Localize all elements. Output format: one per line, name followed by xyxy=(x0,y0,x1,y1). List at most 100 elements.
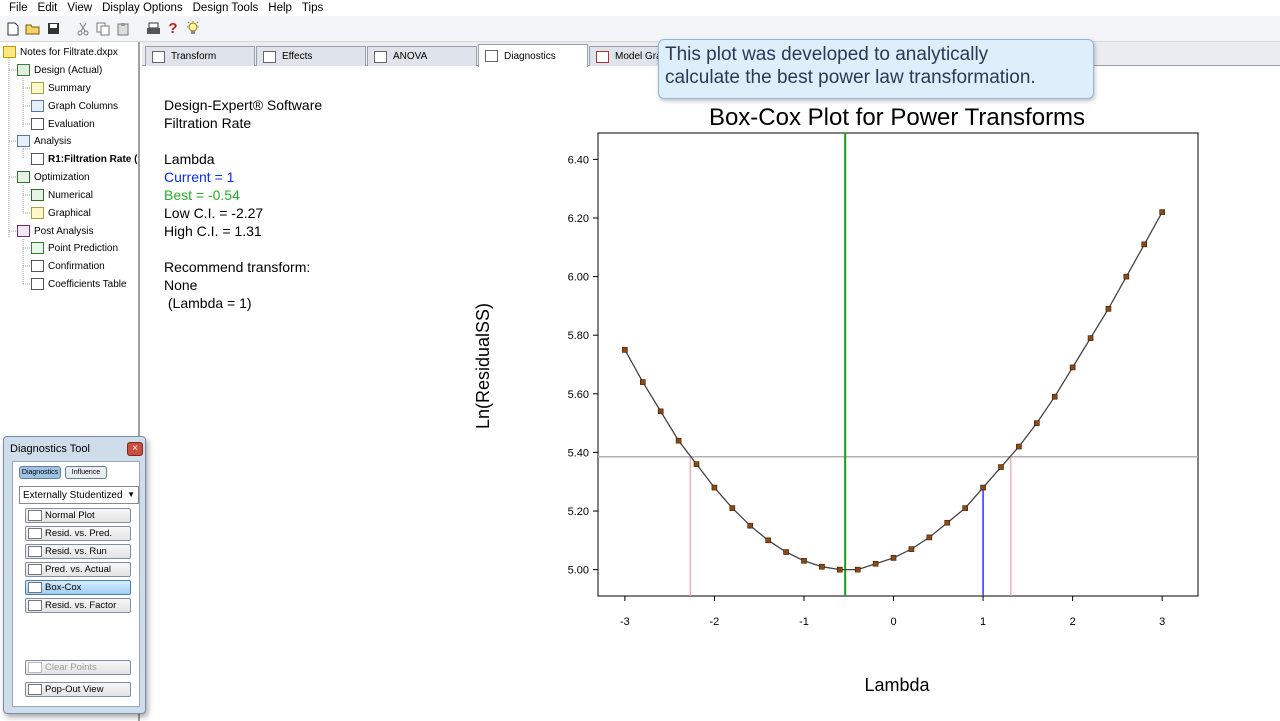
resid-vs-factor-button[interactable]: Resid. vs. Factor xyxy=(25,598,131,613)
tab-effects[interactable]: Effects xyxy=(256,46,366,66)
help-icon[interactable]: ? xyxy=(164,20,182,38)
tab-label: Transform xyxy=(171,51,217,62)
residual-type-value: Externally Studentized xyxy=(23,489,123,501)
tree-item-point-prediction[interactable]: Point Prediction xyxy=(31,240,118,256)
new-file-icon[interactable] xyxy=(4,20,22,38)
tree-item-optimization[interactable]: Optimization xyxy=(17,169,90,185)
effects-icon xyxy=(263,50,276,63)
data-point xyxy=(819,563,825,570)
tree-item-label: Numerical xyxy=(48,189,94,201)
tab-diagnostics[interactable]: Diagnostics xyxy=(478,44,588,67)
tab-transform[interactable]: Transform xyxy=(145,46,255,66)
data-point xyxy=(890,555,897,561)
tree-item-numerical[interactable]: Numerical xyxy=(31,187,93,203)
y-tick-label: 6.40 xyxy=(568,154,589,166)
resid-vs-pred-button[interactable]: Resid. vs. Pred. xyxy=(25,526,131,541)
y-tick-label: 5.80 xyxy=(568,330,589,342)
point-prediction-icon xyxy=(31,242,44,254)
design-expert-window: File Edit View Display Options Design To… xyxy=(0,0,1280,721)
menu-edit[interactable]: Edit xyxy=(33,2,63,14)
tree-item-confirmation[interactable]: Confirmation xyxy=(31,258,105,274)
diagnostics-tool-body: Diagnostics Influence Externally Student… xyxy=(12,461,140,707)
response-name: Filtration Rate xyxy=(164,115,252,131)
tree-item-graph-columns[interactable]: Graph Columns xyxy=(31,98,118,114)
tab-label: ANOVA xyxy=(393,51,428,62)
tip-callout: This plot was developed to analytically … xyxy=(658,39,1094,99)
button-label: Clear Points xyxy=(45,662,97,673)
menu-file[interactable]: File xyxy=(4,2,33,14)
data-point xyxy=(1016,443,1022,450)
tab-diagnostics-mini[interactable]: Diagnostics xyxy=(19,466,61,479)
close-icon[interactable]: × xyxy=(127,442,143,456)
data-point xyxy=(622,347,628,353)
tree-item-label: Point Prediction xyxy=(48,242,119,254)
tree-item-graphical[interactable]: Graphical xyxy=(31,205,91,221)
folder-icon xyxy=(3,46,16,58)
series-line xyxy=(624,211,1163,571)
anova-icon xyxy=(374,50,387,63)
pred-vs-actual-icon xyxy=(28,564,42,575)
data-point xyxy=(639,379,646,385)
tab-influence-mini[interactable]: Influence xyxy=(65,466,107,479)
box-cox-icon xyxy=(28,582,42,593)
tab-label: Diagnostics xyxy=(504,50,556,62)
data-point xyxy=(1123,273,1130,280)
tree-item-label: Analysis xyxy=(34,135,72,147)
menu-bar: File Edit View Display Options Design To… xyxy=(0,0,1280,16)
save-icon[interactable] xyxy=(44,20,62,38)
resid-vs-run-button[interactable]: Resid. vs. Run xyxy=(25,544,131,559)
analysis-icon xyxy=(17,135,30,147)
data-point xyxy=(729,505,736,511)
cut-icon[interactable] xyxy=(74,20,92,38)
tree-item-design[interactable]: Design (Actual) xyxy=(17,62,102,78)
data-point xyxy=(944,519,951,526)
pred-vs-actual-button[interactable]: Pred. vs. Actual xyxy=(25,562,131,577)
resid-vs-factor-icon xyxy=(28,600,42,611)
tree-item-analysis[interactable]: Analysis xyxy=(17,133,71,149)
tree-item-label: Post Analysis xyxy=(34,225,94,237)
lambda-heading: Lambda xyxy=(164,151,215,167)
tree-item-r1-filtration-rate[interactable]: R1:Filtration Rate ( xyxy=(31,151,137,167)
tree-item-notes[interactable]: Notes for Filtrate.dxpx xyxy=(3,44,118,60)
data-point xyxy=(962,505,968,511)
residual-type-select[interactable]: Externally Studentized ▼ xyxy=(19,486,139,504)
menu-display-options[interactable]: Display Options xyxy=(97,2,188,14)
open-folder-icon[interactable] xyxy=(24,20,42,38)
tree-item-evaluation[interactable]: Evaluation xyxy=(31,116,95,132)
paste-icon[interactable] xyxy=(114,20,132,38)
tree-item-coefficients-table[interactable]: Coefficients Table xyxy=(31,276,127,292)
magnifier-icon xyxy=(31,118,44,130)
button-label: Resid. vs. Factor xyxy=(45,600,117,611)
data-point xyxy=(998,464,1004,470)
menu-view[interactable]: View xyxy=(62,2,97,14)
tree-item-label: Confirmation xyxy=(48,260,105,272)
menu-help[interactable]: Help xyxy=(263,2,297,14)
clear-points-button[interactable]: Clear Points xyxy=(25,660,131,675)
copy-icon[interactable] xyxy=(94,20,112,38)
data-point xyxy=(908,546,915,552)
resid-vs-pred-icon xyxy=(28,528,42,539)
menu-design-tools[interactable]: Design Tools xyxy=(188,2,264,14)
data-point xyxy=(1141,241,1148,248)
tip-lightbulb-icon[interactable] xyxy=(184,20,202,38)
menu-tips[interactable]: Tips xyxy=(297,2,328,14)
button-label: Box-Cox xyxy=(45,582,82,593)
data-point xyxy=(980,484,986,491)
normal-plot-icon xyxy=(28,510,42,521)
tree-item-post-analysis[interactable]: Post Analysis xyxy=(17,223,93,239)
data-point xyxy=(854,566,861,573)
current-lambda: Current = 1 xyxy=(164,169,235,185)
tab-anova[interactable]: ANOVA xyxy=(367,46,477,66)
x-tick-label: -2 xyxy=(710,616,720,628)
button-label: Pred. vs. Actual xyxy=(45,564,112,575)
tree-item-summary[interactable]: Summary xyxy=(31,80,91,96)
print-icon[interactable] xyxy=(144,20,162,38)
box-cox-button[interactable]: Box-Cox xyxy=(25,580,131,595)
pop-out-view-button[interactable]: Pop-Out View xyxy=(25,682,131,697)
tree-item-label: Optimization xyxy=(34,171,90,183)
button-label: Pop-Out View xyxy=(45,684,104,695)
y-tick-label: 5.60 xyxy=(568,389,589,401)
normal-plot-button[interactable]: Normal Plot xyxy=(25,508,131,523)
diagnostics-tool-panel: Diagnostics Tool × Diagnostics Influence… xyxy=(3,436,146,714)
x-axis-label: Lambda xyxy=(864,675,930,695)
